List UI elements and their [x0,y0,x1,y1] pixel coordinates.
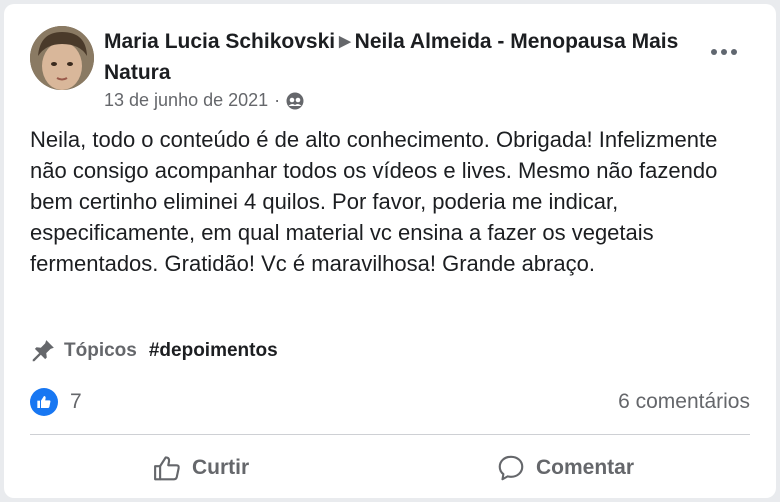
more-options-button[interactable] [704,40,744,64]
like-button-label: Curtir [192,456,250,479]
thumbs-up-glyph [37,396,51,408]
post-card: Maria Lucia Schikovski ▶ Neila Almeida - M… [4,4,776,498]
topic-tag-link[interactable]: #depoimentos [149,340,278,362]
topics-row: Tópicos #depoimentos [30,338,278,364]
comment-bubble-icon [498,455,524,481]
more-options-icon [711,49,737,55]
post-body: Neila, todo o conteúdo é de alto conheci… [30,127,718,276]
author-avatar[interactable] [30,26,94,90]
post-meta: 13 de junho de 2021 · [104,90,304,111]
comment-button[interactable]: Comentar [496,450,634,486]
group-members-icon[interactable] [286,92,304,110]
post-header-title: Maria Lucia Schikovski ▶ Neila Almeida - M… [104,26,694,88]
topics-label: Tópicos [64,340,137,361]
author-name-link[interactable]: Maria Lucia Schikovski [104,30,335,53]
reaction-count: 7 [70,390,82,413]
actions-divider [30,434,750,435]
comments-count-link[interactable]: 6 comentários [618,390,750,414]
comment-button-label: Comentar [536,456,635,479]
meta-separator: · [274,90,281,110]
avatar-image [30,26,94,90]
like-reaction-icon [30,388,58,416]
post-date-link[interactable]: 13 de junho de 2021 [104,90,268,111]
pin-icon [32,340,54,362]
reactions-summary[interactable]: 7 [30,388,82,416]
thumbs-up-icon [154,456,180,481]
caret-right-icon: ▶ [339,33,351,50]
like-button[interactable]: Curtir [152,450,249,486]
